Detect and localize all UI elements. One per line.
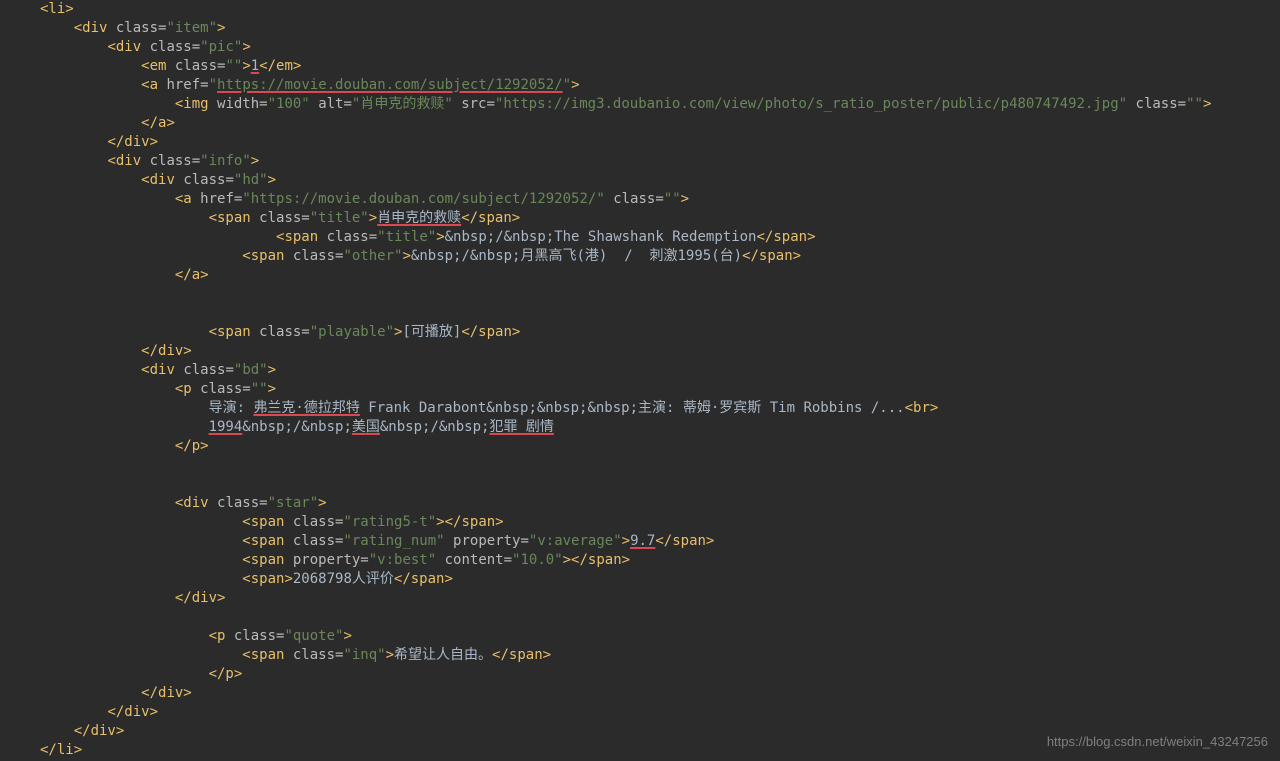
li-open-tag: <li> [40, 1, 74, 17]
rating: 9.7 [630, 533, 655, 549]
rank-num: 1 [251, 58, 259, 74]
director-label: 导演: [209, 400, 254, 416]
country: 美国 [352, 419, 380, 435]
year: 1994 [209, 419, 243, 435]
watermark: https://blog.csdn.net/weixin_43247256 [1047, 732, 1268, 751]
movie-title: 肖申克的救赎 [377, 210, 461, 226]
movie-url: https://movie.douban.com/subject/1292052… [217, 77, 563, 93]
director-name: 弗兰克·德拉邦特 [253, 400, 359, 416]
code-block: <li> <div class="item"> <div class="pic"… [0, 0, 1280, 760]
genre: 犯罪 剧情 [489, 419, 553, 435]
